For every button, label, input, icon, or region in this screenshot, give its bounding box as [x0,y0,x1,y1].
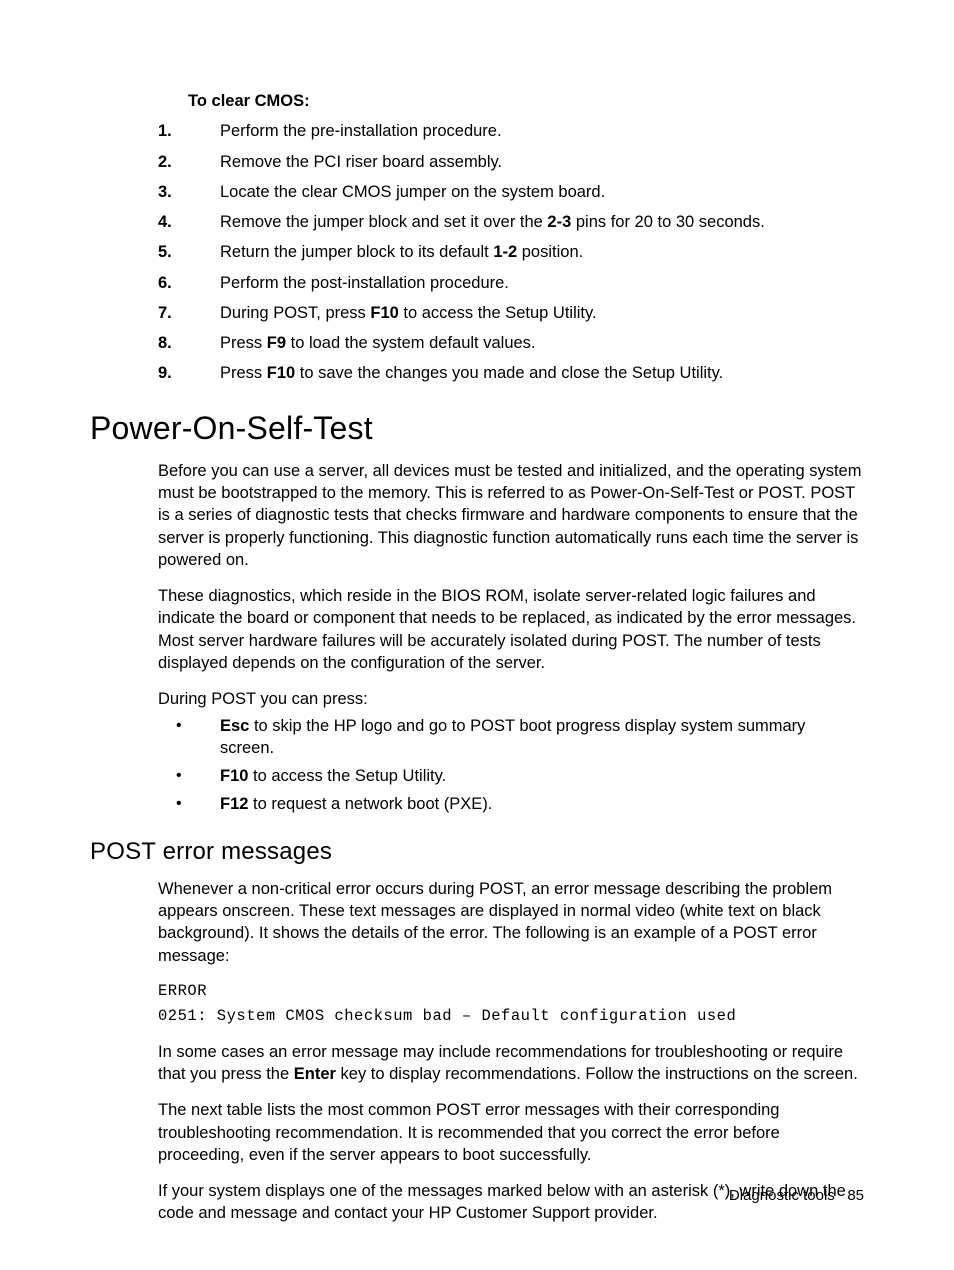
step-number: 1. [158,120,188,142]
key-name: F12 [220,795,248,813]
list-item: 1. Perform the pre-installation procedure… [90,120,864,142]
subsection-title-errors: POST error messages [90,836,864,868]
post-paragraph-3: During POST you can press: [90,688,864,710]
list-item: 2. Remove the PCI riser board assembly. [90,151,864,173]
list-item: 4. Remove the jumper block and set it ove… [90,211,864,233]
step-number: 5. [158,241,188,263]
step-number: 3. [158,181,188,203]
footer-page-number: 85 [847,1187,864,1204]
step-text: Locate the clear CMOS jumper on the syst… [220,183,605,201]
post-keys-list: Esc to skip the HP logo and go to POST b… [90,715,864,816]
step-number: 2. [158,151,188,173]
list-item: 9. Press F10 to save the changes you made… [90,362,864,384]
list-item: F10 to access the Setup Utility. [90,765,864,787]
page-footer: Diagnostic tools 85 [729,1186,864,1206]
post-paragraph-2: These diagnostics, which reside in the B… [90,585,864,674]
error-code-line-2: 0251: System CMOS checksum bad – Default… [90,1006,864,1027]
key-name: F10 [220,767,248,785]
step-text: Perform the post-installation procedure. [220,274,509,292]
step-text: Press F9 to load the system default valu… [220,334,536,352]
footer-section: Diagnostic tools [729,1187,835,1204]
cmos-steps-list: 1. Perform the pre-installation procedure… [90,120,864,384]
step-number: 6. [158,272,188,294]
list-item: 3. Locate the clear CMOS jumper on the sy… [90,181,864,203]
errors-paragraph-2: In some cases an error message may inclu… [90,1041,864,1086]
key-desc: to access the Setup Utility. [248,767,446,785]
list-item: 7. During POST, press F10 to access the S… [90,302,864,324]
key-name: Esc [220,717,249,735]
list-item: F12 to request a network boot (PXE). [90,793,864,815]
errors-paragraph-1: Whenever a non-critical error occurs dur… [90,878,864,967]
list-item: 8. Press F9 to load the system default va… [90,332,864,354]
step-number: 8. [158,332,188,354]
section-title-post: Power-On-Self-Test [90,407,864,450]
step-number: 9. [158,362,188,384]
list-item: 6. Perform the post-installation procedur… [90,272,864,294]
step-text: Press F10 to save the changes you made a… [220,364,723,382]
step-text: Remove the jumper block and set it over … [220,213,765,231]
list-item: 5. Return the jumper block to its default… [90,241,864,263]
step-text: Return the jumper block to its default 1… [220,243,583,261]
cmos-heading: To clear CMOS: [188,90,864,112]
step-text: Remove the PCI riser board assembly. [220,153,502,171]
document-page: To clear CMOS: 1. Perform the pre-install… [0,0,954,1270]
step-number: 4. [158,211,188,233]
step-text: Perform the pre-installation procedure. [220,122,502,140]
error-code-line-1: ERROR [90,981,864,1002]
step-text: During POST, press F10 to access the Set… [220,304,597,322]
list-item: Esc to skip the HP logo and go to POST b… [90,715,864,760]
key-desc: to skip the HP logo and go to POST boot … [220,717,805,757]
key-desc: to request a network boot (PXE). [248,795,492,813]
errors-paragraph-3: The next table lists the most common POS… [90,1099,864,1166]
step-number: 7. [158,302,188,324]
post-paragraph-1: Before you can use a server, all devices… [90,460,864,571]
